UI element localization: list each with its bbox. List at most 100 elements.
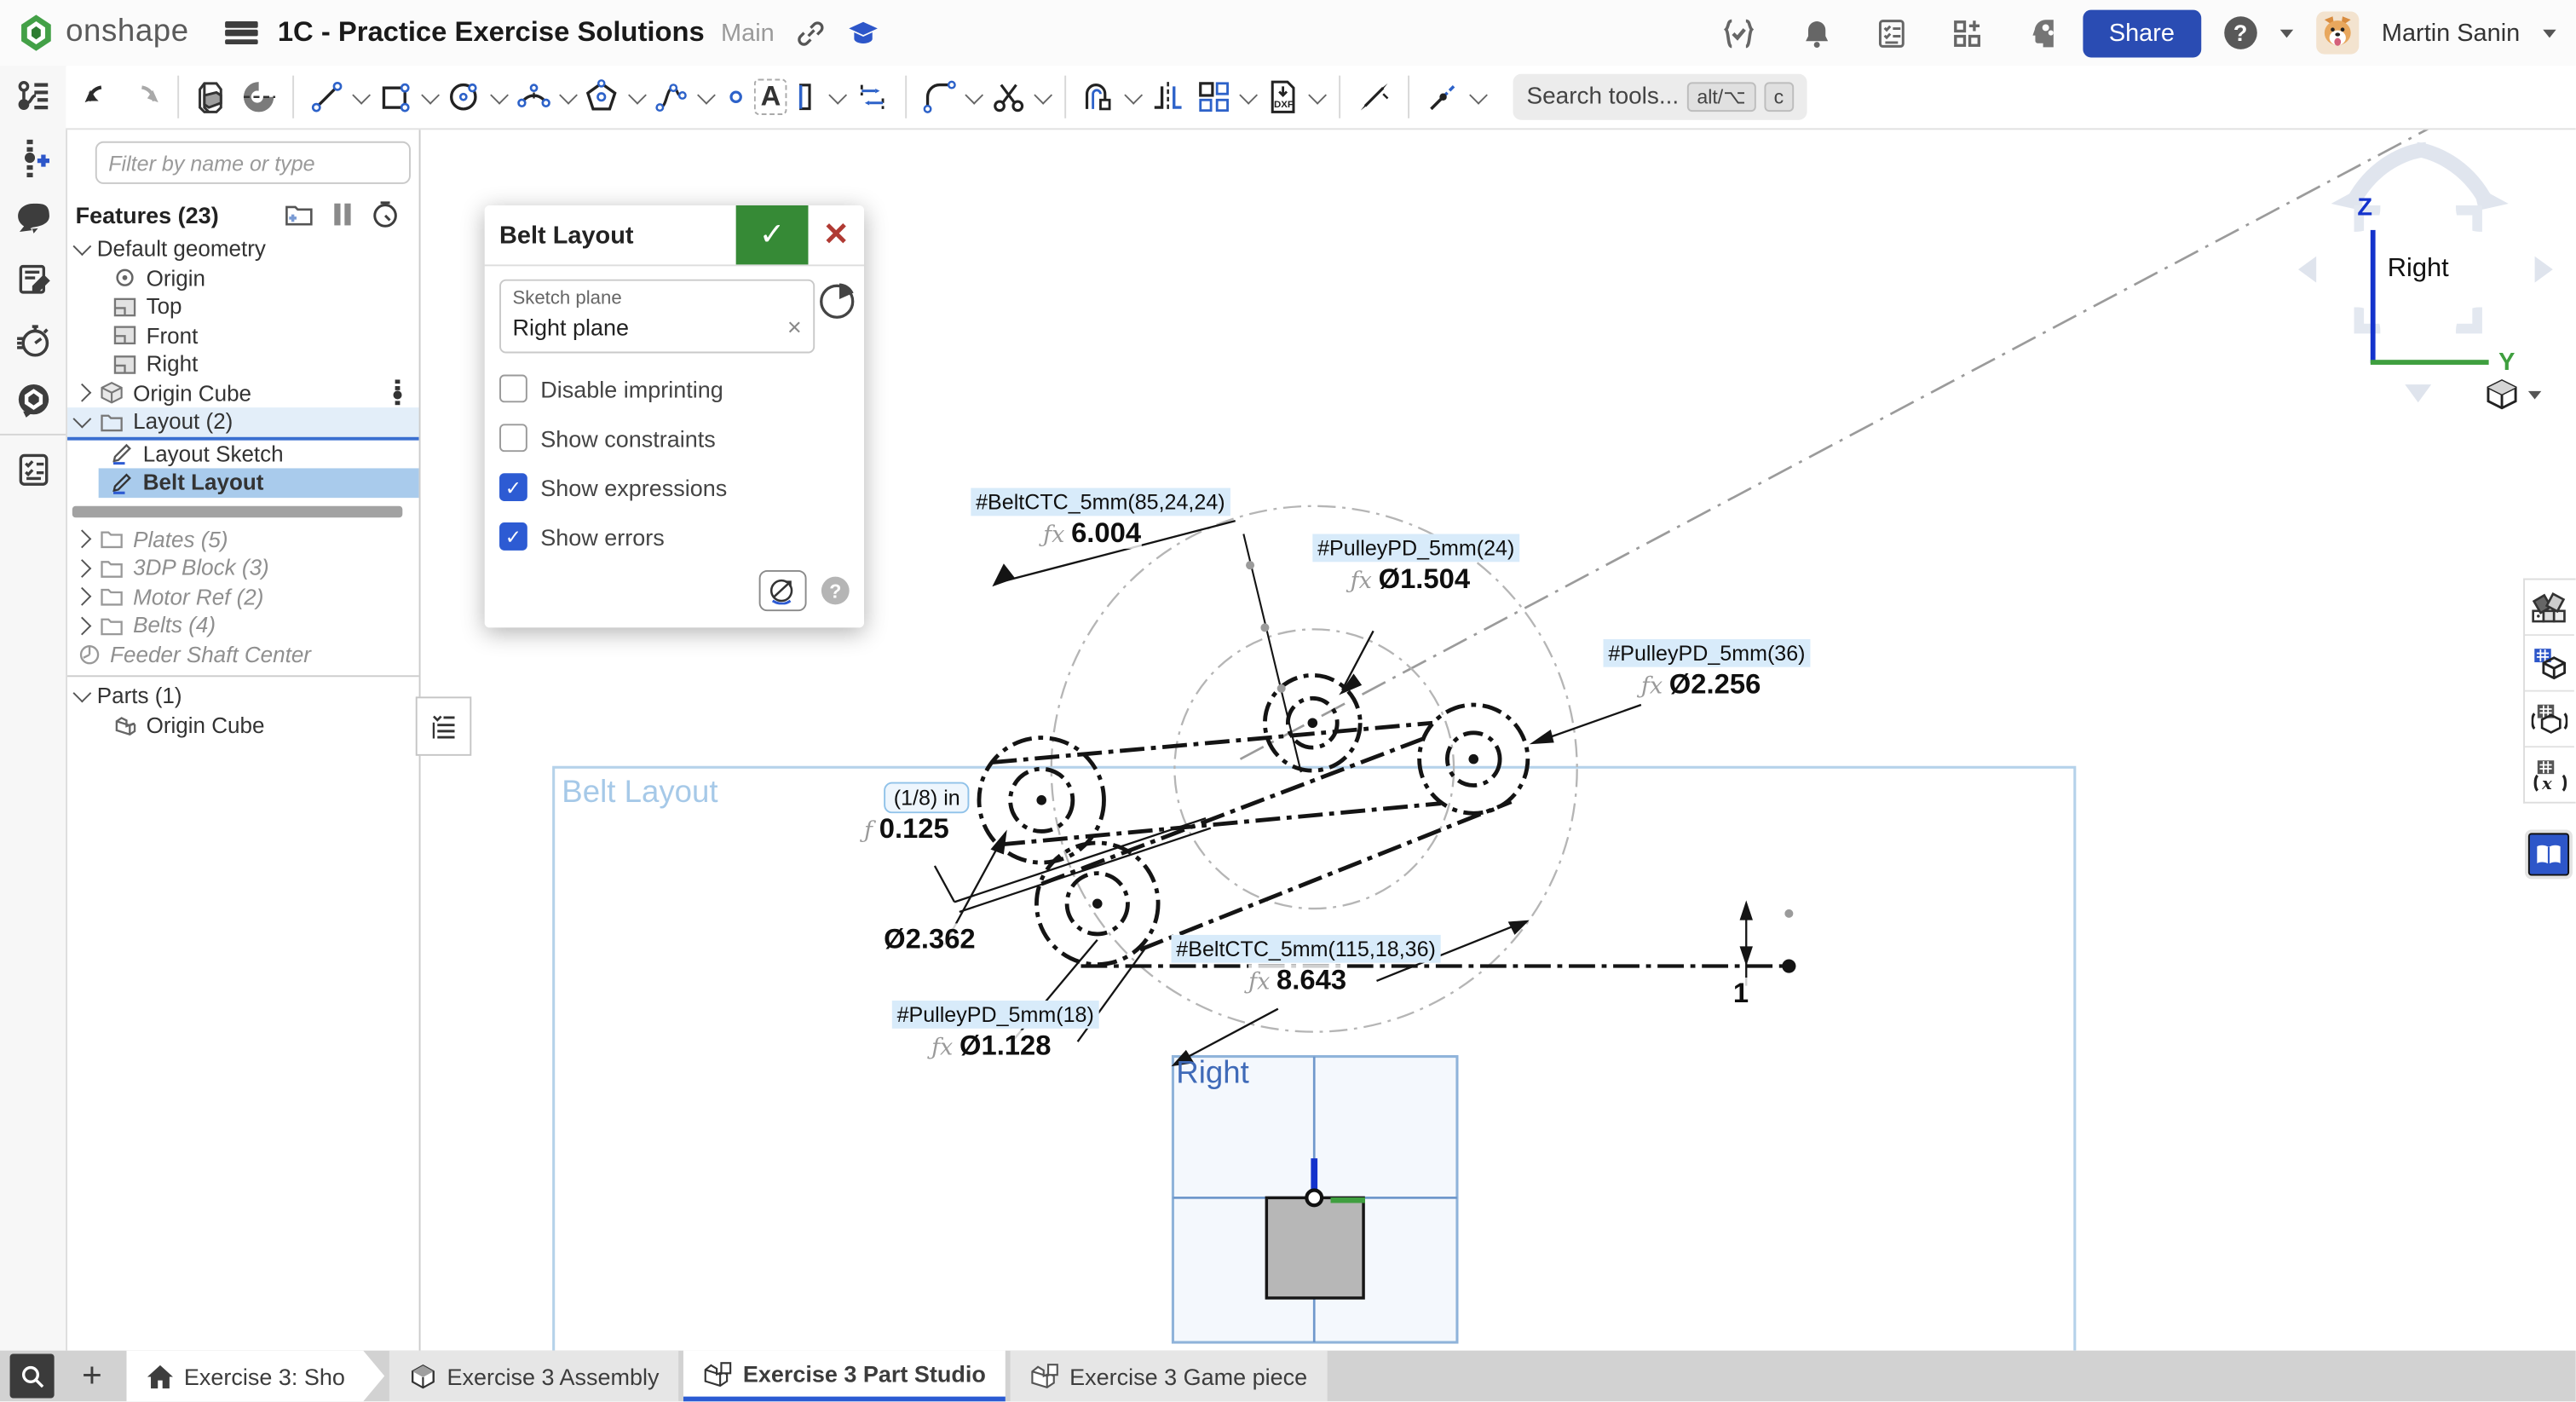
user-avatar[interactable] xyxy=(2316,11,2359,54)
view-cube-face[interactable]: Right xyxy=(2364,216,2472,324)
configuration-panel-icon[interactable] xyxy=(2525,636,2574,692)
tab-exercise-3-part-studio[interactable]: Exercise 3 Part Studio xyxy=(683,1351,1006,1402)
variables-panel-icon[interactable]: x xyxy=(2525,747,2574,802)
arc-tool-icon[interactable] xyxy=(511,76,557,118)
inspect-tool-icon[interactable] xyxy=(1351,76,1398,118)
slot-tool-icon[interactable] xyxy=(787,76,827,118)
rotate-down-arrow[interactable] xyxy=(2405,384,2431,402)
feature-outline-icon[interactable] xyxy=(0,66,66,126)
dialog-commit-button[interactable]: ✓ xyxy=(736,205,809,264)
dimension-beltctc-115[interactable]: #BeltCTC_5mm(115,18,36) ƒx8.643 xyxy=(1172,935,1441,997)
rotate-left-arrow[interactable] xyxy=(2298,257,2316,283)
view-menu-button[interactable] xyxy=(2486,378,2542,411)
help-caret-icon[interactable] xyxy=(2279,29,2292,38)
ai-assistant-icon[interactable] xyxy=(2028,16,2060,49)
pause-updates-icon[interactable] xyxy=(324,202,360,227)
expand-caret-icon[interactable] xyxy=(72,384,91,402)
versions-history-icon[interactable] xyxy=(0,126,66,187)
checklist-panel-icon[interactable] xyxy=(0,439,66,499)
appearance-panel-icon[interactable] xyxy=(2525,580,2574,637)
expand-caret-icon[interactable] xyxy=(72,530,91,549)
tree-item-origin[interactable]: Origin xyxy=(102,263,419,292)
tasks-checklist-icon[interactable] xyxy=(1877,17,1905,49)
checkbox-show-expressions[interactable]: ✓ Show expressions xyxy=(499,473,850,501)
point-tool-icon[interactable] xyxy=(717,76,753,118)
tab-exercise-3-game-piece[interactable]: Exercise 3 Game piece xyxy=(1011,1351,1328,1402)
part-item-origin-cube[interactable]: Origin Cube xyxy=(102,711,419,740)
help-button[interactable]: ? xyxy=(2224,16,2257,49)
filter-input[interactable] xyxy=(95,141,411,184)
parts-section-header[interactable]: Parts (1) xyxy=(66,682,418,711)
tree-item-feeder-shaft-center[interactable]: Feeder Shaft Center xyxy=(66,640,418,669)
share-link-icon[interactable] xyxy=(798,19,826,47)
dimension-tool-icon[interactable] xyxy=(850,76,896,118)
construction-toggle-caret-icon[interactable] xyxy=(1470,85,1489,104)
tab-exercise-3-assembly[interactable]: Exercise 3 Assembly xyxy=(389,1351,679,1402)
spline-tool-icon[interactable] xyxy=(648,76,694,118)
line-tool-icon[interactable] xyxy=(304,76,350,118)
trim-tool-icon[interactable] xyxy=(986,76,1032,118)
dimension-beltctc-85[interactable]: #BeltCTC_5mm(85,24,24) ƒx6.004 xyxy=(971,488,1230,551)
spline-tool-caret-icon[interactable] xyxy=(697,85,716,104)
rollback-clock-icon[interactable] xyxy=(366,200,402,228)
checkbox-show-errors[interactable]: ✓ Show errors xyxy=(499,522,850,551)
line-tool-caret-icon[interactable] xyxy=(352,85,371,104)
tree-item-belt-layout[interactable]: Belt Layout xyxy=(99,468,419,497)
tree-item-3dp-block-folder[interactable]: 3DP Block (3) xyxy=(66,554,418,583)
tree-item-top-plane[interactable]: Top xyxy=(102,292,419,321)
tree-item-front-plane[interactable]: Front xyxy=(102,321,419,350)
edit-notes-icon[interactable] xyxy=(0,248,66,309)
checkbox-show-constraints[interactable]: Show constraints xyxy=(499,424,850,452)
circle-tool-icon[interactable] xyxy=(442,76,488,118)
tree-item-plates-folder[interactable]: Plates (5) xyxy=(66,525,418,554)
dimension-pulley-36[interactable]: #PulleyPD_5mm(36) ƒxØ2.256 xyxy=(1604,639,1811,701)
extrude-tool-icon[interactable] xyxy=(189,76,235,118)
dialog-help-icon[interactable]: ? xyxy=(821,577,850,605)
dimension-one[interactable]: 1 xyxy=(1733,978,1749,1011)
offset-tool-caret-icon[interactable] xyxy=(1125,85,1144,104)
fillet-tool-icon[interactable] xyxy=(917,76,963,118)
clear-selection-icon[interactable]: × xyxy=(787,315,802,340)
rollback-bar[interactable] xyxy=(72,505,402,516)
onshape-logo[interactable]: onshape xyxy=(0,13,205,52)
tree-item-origin-cube-feature[interactable]: Origin Cube xyxy=(66,378,418,407)
view-normal-to-button[interactable] xyxy=(759,570,807,611)
expand-caret-icon[interactable] xyxy=(72,559,91,578)
add-folder-icon[interactable] xyxy=(281,202,317,227)
notifications-bell-icon[interactable] xyxy=(1801,17,1831,49)
tree-item-belts-folder[interactable]: Belts (4) xyxy=(66,611,418,640)
rotate-arrows-icon[interactable] xyxy=(2275,135,2576,211)
dimension-d2362[interactable]: Ø2.362 xyxy=(884,923,976,956)
trim-tool-caret-icon[interactable] xyxy=(1034,85,1053,104)
learning-center-icon[interactable] xyxy=(848,17,879,49)
dimension-belt-width[interactable]: (1/8) in ƒ0.125 xyxy=(884,782,970,846)
rectangle-tool-icon[interactable] xyxy=(373,76,419,118)
import-dxf-caret-icon[interactable] xyxy=(1309,85,1328,104)
tree-item-right-plane[interactable]: Right xyxy=(102,350,419,379)
revolve-tool-icon[interactable] xyxy=(235,76,283,118)
rotate-right-arrow[interactable] xyxy=(2535,257,2553,283)
tab-exercise-3-sho[interactable]: Exercise 3: Sho xyxy=(126,1351,384,1402)
checkbox-icon[interactable] xyxy=(499,375,527,403)
rectangle-tool-caret-icon[interactable] xyxy=(421,85,440,104)
tree-item-default-geometry[interactable]: Default geometry xyxy=(66,235,418,264)
user-menu-caret-icon[interactable] xyxy=(2543,29,2556,38)
collapse-caret-icon[interactable] xyxy=(72,684,91,703)
learning-panel-button[interactable] xyxy=(2525,830,2573,880)
add-tab-button[interactable]: + xyxy=(67,1351,117,1402)
user-name[interactable]: Martin Sanin xyxy=(2382,19,2520,47)
mirror-tool-icon[interactable] xyxy=(1145,76,1191,118)
fillet-tool-caret-icon[interactable] xyxy=(965,85,984,104)
circle-tool-caret-icon[interactable] xyxy=(490,85,509,104)
document-title[interactable]: 1C - Practice Exercise Solutions xyxy=(278,16,705,49)
app-store-icon[interactable] xyxy=(1951,17,1983,49)
polygon-tool-caret-icon[interactable] xyxy=(628,85,647,104)
search-tools-field[interactable]: Search tools... alt/⌥ c xyxy=(1513,74,1807,120)
expand-caret-icon[interactable] xyxy=(72,587,91,606)
tree-flyout-toggle[interactable] xyxy=(416,696,472,755)
tree-item-layout-folder[interactable]: Layout (2) xyxy=(66,407,418,440)
sketch-plane-field[interactable]: Sketch plane Right plane × xyxy=(499,280,815,354)
tree-item-motor-ref-folder[interactable]: Motor Ref (2) xyxy=(66,582,418,611)
search-tabs-button[interactable] xyxy=(10,1354,55,1399)
pattern-tool-icon[interactable] xyxy=(1191,76,1237,118)
